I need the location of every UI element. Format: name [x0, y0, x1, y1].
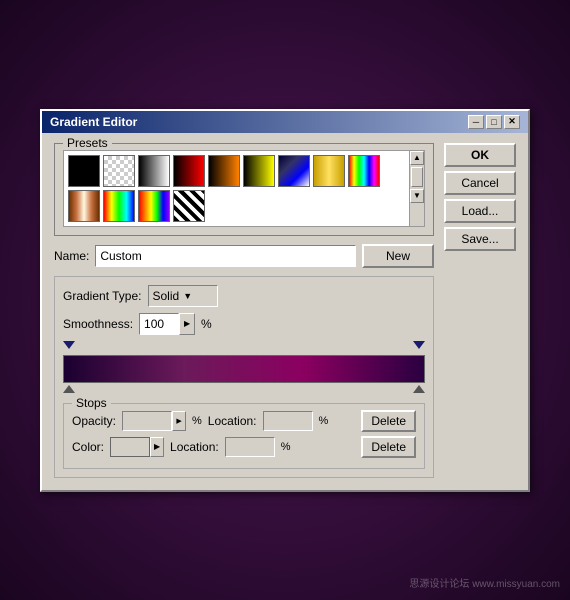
right-panel: OK Cancel Load... Save... — [444, 143, 516, 478]
presets-scrollbar[interactable]: ▲ ▼ — [409, 150, 425, 227]
dialog-body: Presets — [42, 133, 528, 490]
scroll-down-arrow[interactable]: ▼ — [410, 189, 424, 203]
smoothness-label: Smoothness: — [63, 317, 133, 331]
opacity-location-label: Location: — [208, 414, 257, 428]
name-input[interactable] — [95, 245, 356, 267]
opacity-stop-indicators — [63, 341, 425, 355]
preset-swatch-12[interactable] — [138, 190, 170, 222]
save-button[interactable]: Save... — [444, 227, 516, 251]
scroll-up-arrow[interactable]: ▲ — [410, 151, 424, 165]
minimize-button[interactable]: ─ — [468, 115, 484, 129]
stops-group: Stops Opacity: ▶ % Location: % Delete — [63, 403, 425, 469]
smoothness-input-group: ▶ — [139, 313, 195, 335]
cancel-button[interactable]: Cancel — [444, 171, 516, 195]
dialog-title: Gradient Editor — [50, 115, 137, 129]
preset-swatch-1[interactable] — [68, 155, 100, 187]
new-button[interactable]: New — [362, 244, 434, 268]
opacity-label: Opacity: — [72, 414, 116, 428]
opacity-stop-arrow-left[interactable] — [63, 341, 75, 349]
watermark: 思源设计论坛 www.missyuan.com — [409, 575, 560, 590]
gradient-type-row: Gradient Type: Solid ▼ — [63, 285, 425, 307]
color-swatch[interactable] — [110, 437, 150, 457]
preset-swatch-10[interactable] — [68, 190, 100, 222]
preset-swatch-6[interactable] — [243, 155, 275, 187]
gradient-bar-container — [63, 341, 425, 397]
preset-swatch-2[interactable] — [103, 155, 135, 187]
stops-label: Stops — [72, 396, 111, 410]
color-arrow-button[interactable]: ▶ — [150, 437, 164, 457]
opacity-stop-right[interactable] — [413, 341, 425, 353]
preset-swatch-11[interactable] — [103, 190, 135, 222]
color-stop-row: Color: ▶ Location: % Delete — [72, 436, 416, 458]
preset-swatch-9[interactable] — [348, 155, 380, 187]
opacity-stop-arrow-right[interactable] — [413, 341, 425, 349]
gradient-type-label: Gradient Type: — [63, 289, 142, 303]
color-stop-indicators — [63, 383, 425, 397]
opacity-location-input[interactable] — [263, 411, 313, 431]
presets-label: Presets — [63, 136, 112, 150]
maximize-button[interactable]: □ — [486, 115, 502, 129]
color-location-input[interactable] — [225, 437, 275, 457]
preset-swatch-13[interactable] — [173, 190, 205, 222]
color-stop-arrow-left[interactable] — [63, 385, 75, 393]
preset-swatch-8[interactable] — [313, 155, 345, 187]
presets-group: Presets — [54, 143, 434, 236]
color-stop-arrow-right[interactable] — [413, 385, 425, 393]
gradient-settings: Gradient Type: Solid ▼ Smoothness: ▶ % — [54, 276, 434, 478]
smoothness-unit: % — [201, 317, 212, 331]
title-bar: Gradient Editor ─ □ ✕ — [42, 111, 528, 133]
ok-button[interactable]: OK — [444, 143, 516, 167]
opacity-stop-left[interactable] — [63, 341, 75, 353]
close-button[interactable]: ✕ — [504, 115, 520, 129]
gradient-preview-bar[interactable] — [63, 355, 425, 383]
smoothness-input[interactable] — [139, 313, 179, 335]
gradient-type-select[interactable]: Solid ▼ — [148, 285, 218, 307]
select-arrow-icon: ▼ — [183, 291, 192, 301]
smoothness-spinner[interactable]: ▶ — [179, 313, 195, 335]
color-location-unit: % — [281, 441, 291, 453]
delete-color-button[interactable]: Delete — [361, 436, 416, 458]
presets-grid — [68, 155, 405, 222]
scroll-thumb[interactable] — [411, 167, 423, 187]
preset-swatch-7[interactable] — [278, 155, 310, 187]
color-stop-right[interactable] — [413, 385, 425, 397]
preset-swatch-4[interactable] — [173, 155, 205, 187]
color-location-label: Location: — [170, 440, 219, 454]
opacity-input-group: ▶ — [122, 410, 186, 432]
presets-scroll-area — [63, 150, 409, 227]
opacity-stop-row: Opacity: ▶ % Location: % Delete — [72, 410, 416, 432]
presets-container: ▲ ▼ — [63, 150, 425, 227]
smoothness-row: Smoothness: ▶ % — [63, 313, 425, 335]
opacity-spinner[interactable]: ▶ — [172, 411, 186, 431]
preset-swatch-3[interactable] — [138, 155, 170, 187]
load-button[interactable]: Load... — [444, 199, 516, 223]
color-label: Color: — [72, 440, 104, 454]
name-label: Name: — [54, 249, 89, 263]
opacity-unit: % — [192, 415, 202, 427]
color-swatch-group: ▶ — [110, 436, 164, 458]
preset-swatch-5[interactable] — [208, 155, 240, 187]
opacity-value-input[interactable] — [122, 411, 172, 431]
opacity-location-unit: % — [319, 415, 329, 427]
title-bar-controls: ─ □ ✕ — [468, 115, 520, 129]
name-row: Name: New — [54, 244, 434, 268]
left-panel: Presets — [54, 143, 434, 478]
delete-opacity-button[interactable]: Delete — [361, 410, 416, 432]
gradient-editor-dialog: Gradient Editor ─ □ ✕ Presets — [40, 109, 530, 492]
